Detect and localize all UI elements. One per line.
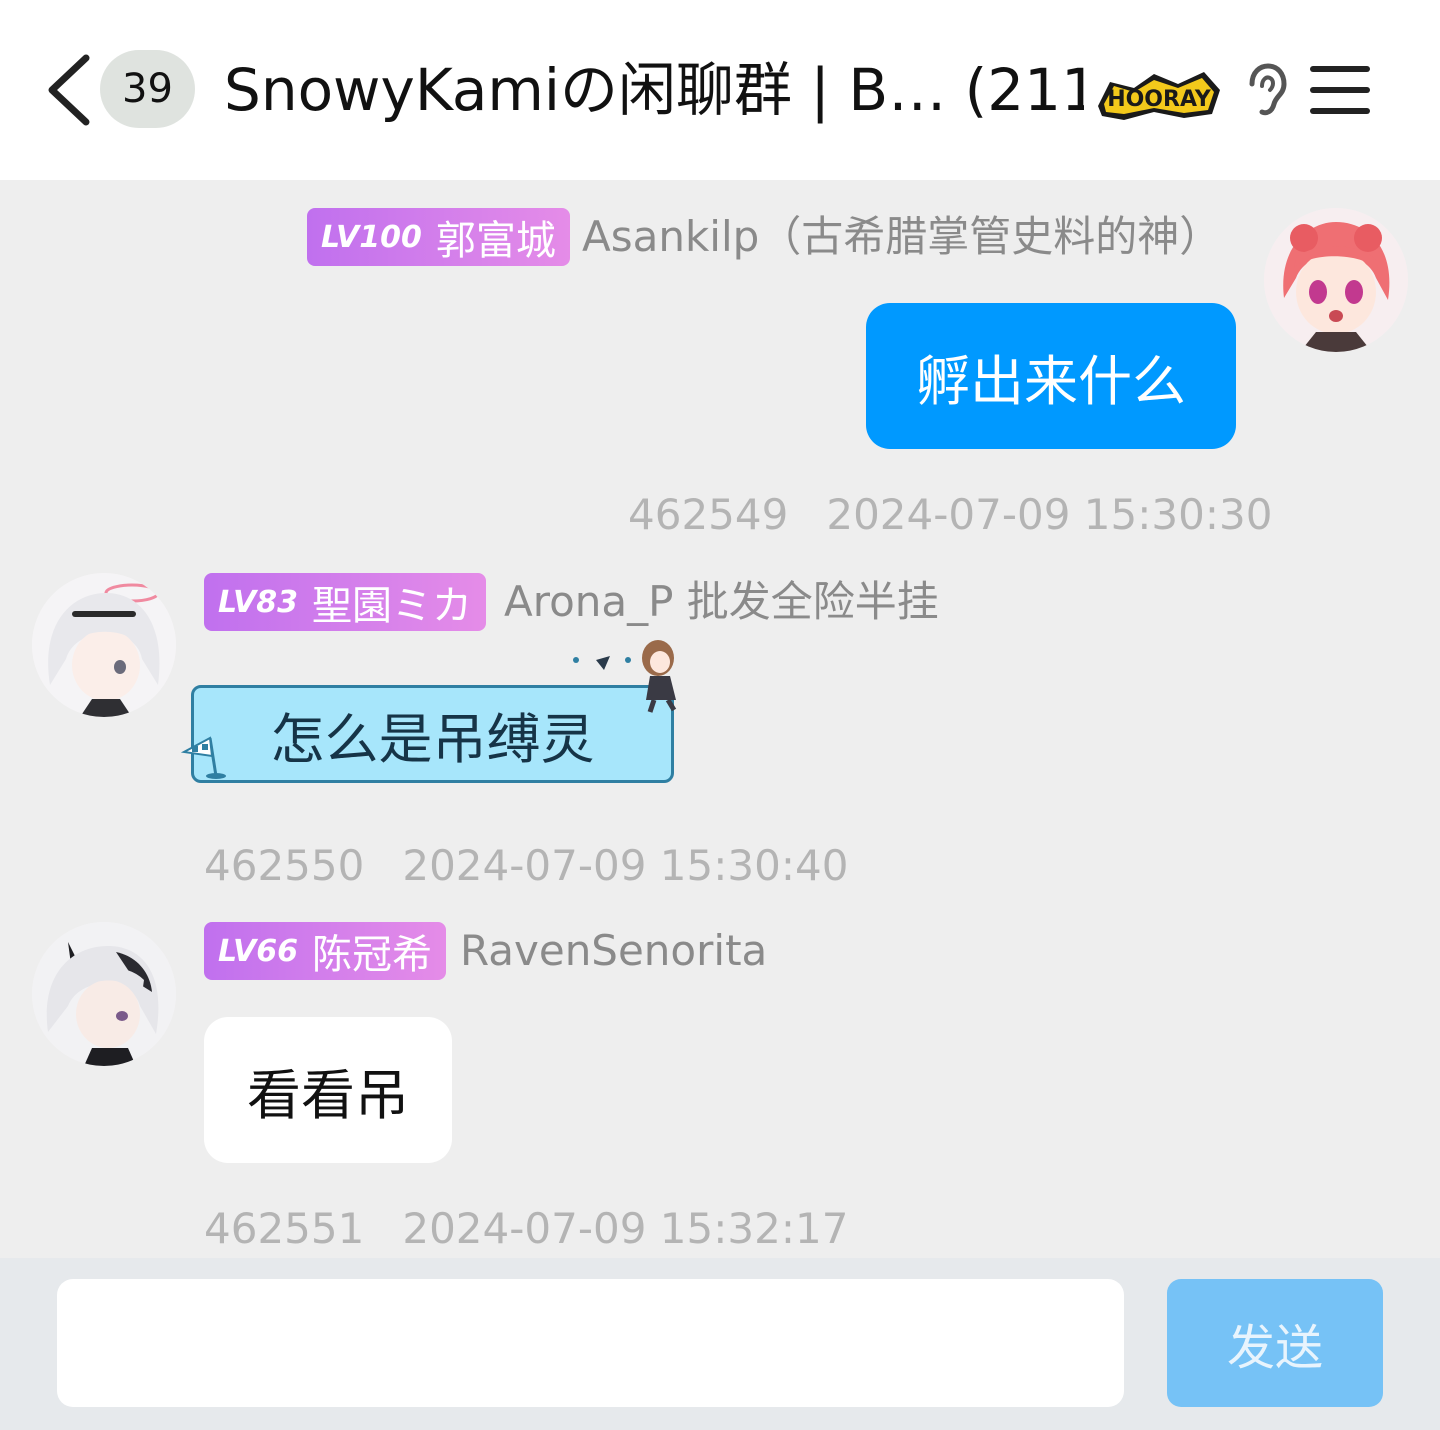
message-id: 462551	[204, 1204, 365, 1253]
back-arrow-icon[interactable]	[40, 50, 100, 130]
level-tag: LV66 陈冠希	[204, 922, 446, 980]
send-button[interactable]: 发送	[1167, 1279, 1383, 1407]
level-title: 陈冠希	[311, 932, 432, 978]
level-title: 聖園ミカ	[311, 583, 472, 629]
message-id: 462549	[628, 490, 789, 539]
chat-title[interactable]: SnowyKamiの闲聊群 | B… (211)	[224, 52, 1084, 128]
message-meta: 462549 2024-07-09 15:30:30	[628, 487, 1272, 543]
avatar-image	[1264, 208, 1408, 352]
avatar-image	[32, 573, 176, 717]
avatar[interactable]	[32, 922, 176, 1066]
hooray-badge-icon: HOORAY	[1098, 72, 1220, 120]
level-tag: LV100 郭富城	[307, 208, 570, 266]
level-tag: LV83 聖園ミカ	[204, 573, 486, 631]
level-label: LV66	[218, 933, 298, 969]
avatar[interactable]	[1264, 208, 1408, 352]
checkered-flag-icon	[180, 736, 226, 779]
avatar-image	[32, 922, 176, 1066]
message-bubble[interactable]: 孵出来什么	[866, 303, 1236, 449]
chibi-character-icon	[573, 640, 677, 713]
level-label: LV100	[321, 219, 422, 255]
message-text: 怎么是吊缚灵	[270, 707, 595, 771]
avatar[interactable]	[32, 573, 176, 717]
chat-header: 39 SnowyKamiの闲聊群 | B… (211) HOORAY	[0, 0, 1440, 180]
sender-nickname[interactable]: Arona_P 批发全险半挂	[504, 573, 939, 631]
unread-count-badge[interactable]: 39	[100, 50, 195, 128]
level-title: 郭富城	[435, 218, 556, 264]
message-timestamp: 2024-07-09 15:30:40	[402, 841, 849, 890]
message-meta: 462550 2024-07-09 15:30:40	[204, 838, 848, 894]
message-bubble[interactable]: 看看吊	[204, 1017, 452, 1163]
message-meta: 462551 2024-07-09 15:32:17	[204, 1201, 848, 1257]
menu-icon[interactable]	[1308, 60, 1372, 120]
message-list[interactable]: LV100 郭富城 Asankilp（古希腊掌管史料的神） 孵出来什么 4625…	[0, 180, 1440, 1258]
sender-nickname[interactable]: RavenSenorita	[460, 922, 767, 980]
ear-icon[interactable]	[1244, 62, 1290, 118]
message-timestamp: 2024-07-09 15:32:17	[402, 1204, 849, 1253]
sender-nickname[interactable]: Asankilp（古希腊掌管史料的神）	[582, 208, 1221, 266]
svg-text:HOORAY: HOORAY	[1107, 87, 1212, 112]
message-id: 462550	[204, 841, 365, 890]
level-label: LV83	[218, 584, 298, 620]
message-timestamp: 2024-07-09 15:30:30	[826, 490, 1273, 539]
message-input[interactable]	[57, 1279, 1124, 1407]
composer-bar: 发送	[0, 1258, 1440, 1430]
